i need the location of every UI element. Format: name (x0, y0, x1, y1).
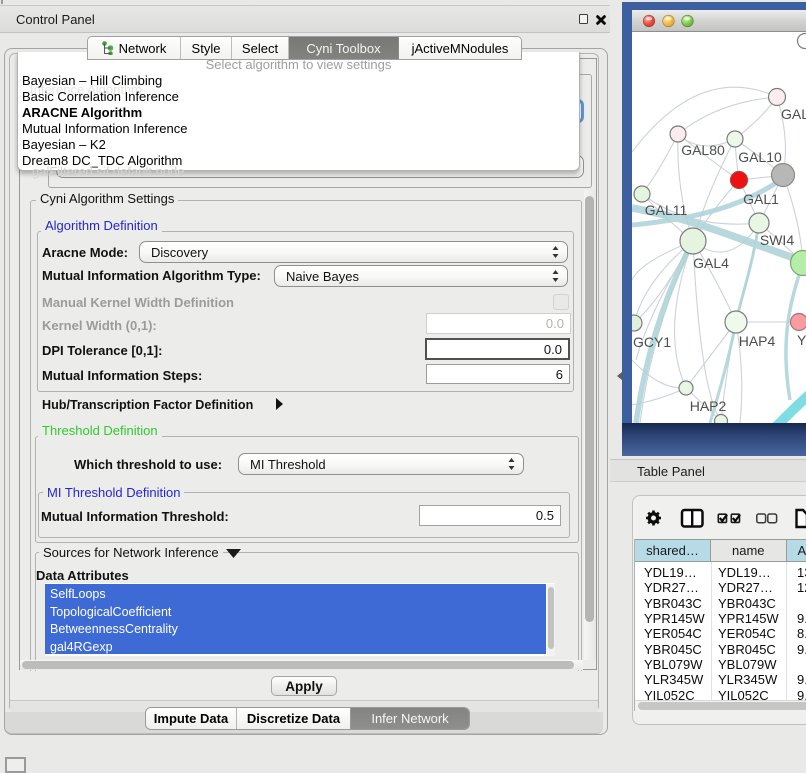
svg-text:Y: Y (797, 332, 806, 348)
svg-text:GAL11: GAL11 (645, 202, 688, 218)
svg-text:GAL7: GAL7 (781, 106, 806, 122)
svg-text:GCY1: GCY1 (633, 334, 671, 350)
svg-text:GAL1: GAL1 (743, 191, 779, 207)
svg-text:SWI4: SWI4 (760, 232, 794, 248)
svg-text:HAP4: HAP4 (739, 333, 776, 349)
svg-text:GAL80: GAL80 (681, 142, 725, 158)
svg-text:HAP2: HAP2 (690, 398, 727, 414)
svg-text:GAL4: GAL4 (693, 255, 729, 271)
svg-text:GAL10: GAL10 (738, 149, 782, 165)
